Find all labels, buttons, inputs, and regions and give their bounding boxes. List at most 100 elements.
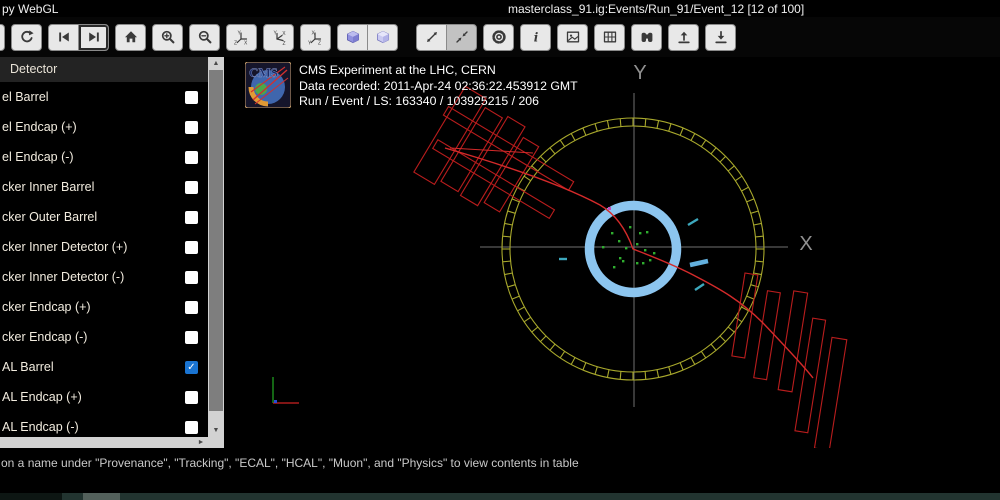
cms-logo: CMS xyxy=(245,62,291,108)
item-label: el Barrel xyxy=(2,90,49,104)
orientation-triad xyxy=(272,377,299,404)
skip-back-icon xyxy=(58,32,69,42)
scroll-right-icon[interactable]: ► xyxy=(194,437,208,448)
check-icon xyxy=(185,271,198,284)
zoom-out-button[interactable] xyxy=(189,23,220,51)
calo-energy-deposit xyxy=(689,258,709,268)
svg-text:Y: Y xyxy=(308,40,312,46)
check-icon xyxy=(185,121,198,134)
item-label: el Endcap (-) xyxy=(2,150,74,164)
upload-button[interactable] xyxy=(668,23,699,51)
scroll-down-icon[interactable]: ▼ xyxy=(208,424,224,437)
checkbox[interactable] xyxy=(185,420,198,434)
bottom-strip-light-segment xyxy=(83,493,120,500)
svg-text:Z: Z xyxy=(283,40,286,45)
cube-view-group xyxy=(337,23,398,51)
detector-sidebar: Detector el Barrel el Endcap (+) el Endc… xyxy=(0,57,224,448)
download-button[interactable] xyxy=(705,23,736,51)
check-icon xyxy=(185,331,198,344)
checkbox[interactable] xyxy=(185,120,198,134)
svg-text:X: X xyxy=(282,31,286,37)
checkbox[interactable] xyxy=(185,270,198,284)
sidebar-item-tracker-outer-barrel[interactable]: cker Outer Barrel xyxy=(0,202,208,232)
solid-cube-view-button[interactable] xyxy=(337,23,368,51)
sidebar-item-tracker-inner-detector-plus[interactable]: cker Inner Detector (+) xyxy=(0,232,208,262)
sidebar-header: Detector xyxy=(0,57,208,82)
check-icon xyxy=(185,211,198,224)
sidebar-horizontal-scrollbar[interactable]: ► xyxy=(0,437,224,448)
axis-view-3-button[interactable]: X Z Y xyxy=(300,23,331,51)
sidebar-item-pixel-endcap-minus[interactable]: el Endcap (-) xyxy=(0,142,208,172)
sidebar-vertical-scrollbar[interactable]: ▲ ▼ xyxy=(208,57,224,437)
download-icon xyxy=(714,30,727,44)
sidebar-item-ecal-endcap-minus[interactable]: AL Endcap (-) xyxy=(0,412,208,437)
axis-triad-icon: Y X Z xyxy=(234,30,248,46)
checkbox[interactable] xyxy=(185,90,198,104)
axis-triad-icon: X Z Y xyxy=(308,30,322,46)
binoculars-icon xyxy=(641,32,652,42)
info-button[interactable]: i xyxy=(520,23,551,51)
checkbox[interactable] xyxy=(185,240,198,254)
checkbox[interactable]: ✓ xyxy=(185,360,198,374)
next-event-button[interactable] xyxy=(78,23,109,51)
calo-hits xyxy=(559,217,705,291)
item-label: cker Inner Detector (-) xyxy=(2,270,125,284)
axis-view-2-button[interactable]: Y X Z xyxy=(263,23,294,51)
sidebar-item-tracker-endcap-minus[interactable]: cker Endcap (-) xyxy=(0,322,208,352)
muon-chambers-lower-right xyxy=(731,272,848,451)
truncated-button[interactable] xyxy=(0,23,5,51)
image-icon xyxy=(566,31,579,43)
screenshot-button[interactable] xyxy=(557,23,588,51)
cube-icon xyxy=(346,30,359,44)
collapse-button[interactable] xyxy=(446,23,477,51)
x-axis-label: X xyxy=(799,233,812,255)
svg-text:Z: Z xyxy=(318,40,321,46)
check-icon xyxy=(185,181,198,194)
item-label: AL Endcap (+) xyxy=(2,390,82,404)
shaded-cube-view-button[interactable] xyxy=(367,23,398,51)
check-icon xyxy=(185,391,198,404)
scroll-up-icon[interactable]: ▲ xyxy=(208,57,224,70)
refresh-button[interactable] xyxy=(11,23,42,51)
checkbox[interactable] xyxy=(185,330,198,344)
item-label: cker Endcap (+) xyxy=(2,300,91,314)
check-icon xyxy=(185,91,198,104)
status-message: on a name under "Provenance", "Tracking"… xyxy=(1,456,579,470)
previous-event-button[interactable] xyxy=(48,23,79,51)
axis-view-1-button[interactable]: Y X Z xyxy=(226,23,257,51)
home-button[interactable] xyxy=(115,23,146,51)
photon-hit xyxy=(608,207,611,210)
sidebar-item-ecal-endcap-plus[interactable]: AL Endcap (+) xyxy=(0,382,208,412)
sidebar-item-ecal-barrel[interactable]: AL Barrel ✓ xyxy=(0,352,208,382)
sidebar-item-tracker-inner-barrel[interactable]: cker Inner Barrel xyxy=(0,172,208,202)
gear-icon xyxy=(491,30,506,44)
document-title: masterclass_91.ig:Events/Run_91/Event_12… xyxy=(508,2,805,16)
checkbox[interactable] xyxy=(185,300,198,314)
search-button[interactable] xyxy=(631,23,662,51)
checkbox[interactable] xyxy=(185,210,198,224)
upload-icon xyxy=(677,31,690,44)
sidebar-item-tracker-inner-detector-minus[interactable]: cker Inner Detector (-) xyxy=(0,262,208,292)
table-view-button[interactable] xyxy=(594,23,625,51)
refresh-icon xyxy=(20,30,34,43)
table-icon xyxy=(603,31,616,43)
expand-button[interactable] xyxy=(416,23,447,51)
axis-triad-icon: Y X Z xyxy=(274,30,287,46)
skip-forward-icon xyxy=(88,32,99,42)
y-axis-label: Y xyxy=(633,62,646,84)
muon-track xyxy=(444,147,814,379)
sidebar-item-pixel-barrel[interactable]: el Barrel xyxy=(0,82,208,112)
scrollbar-thumb[interactable] xyxy=(209,70,223,411)
checkbox[interactable] xyxy=(185,390,198,404)
checkbox[interactable] xyxy=(185,150,198,164)
item-label: AL Barrel xyxy=(2,360,54,374)
settings-button[interactable] xyxy=(483,23,514,51)
sidebar-item-pixel-endcap-plus[interactable]: el Endcap (+) xyxy=(0,112,208,142)
event-display-canvas[interactable]: Y X CMS CMS Experiment at the LHC, CERN … xyxy=(225,57,1000,451)
sidebar-item-tracker-endcap-plus[interactable]: cker Endcap (+) xyxy=(0,292,208,322)
zoom-in-button[interactable] xyxy=(152,23,183,51)
toolbar: Y X Z Y X Z X Z Y i xyxy=(0,17,1000,57)
checkbox[interactable] xyxy=(185,180,198,194)
check-icon xyxy=(185,421,198,434)
item-label: cker Outer Barrel xyxy=(2,210,98,224)
